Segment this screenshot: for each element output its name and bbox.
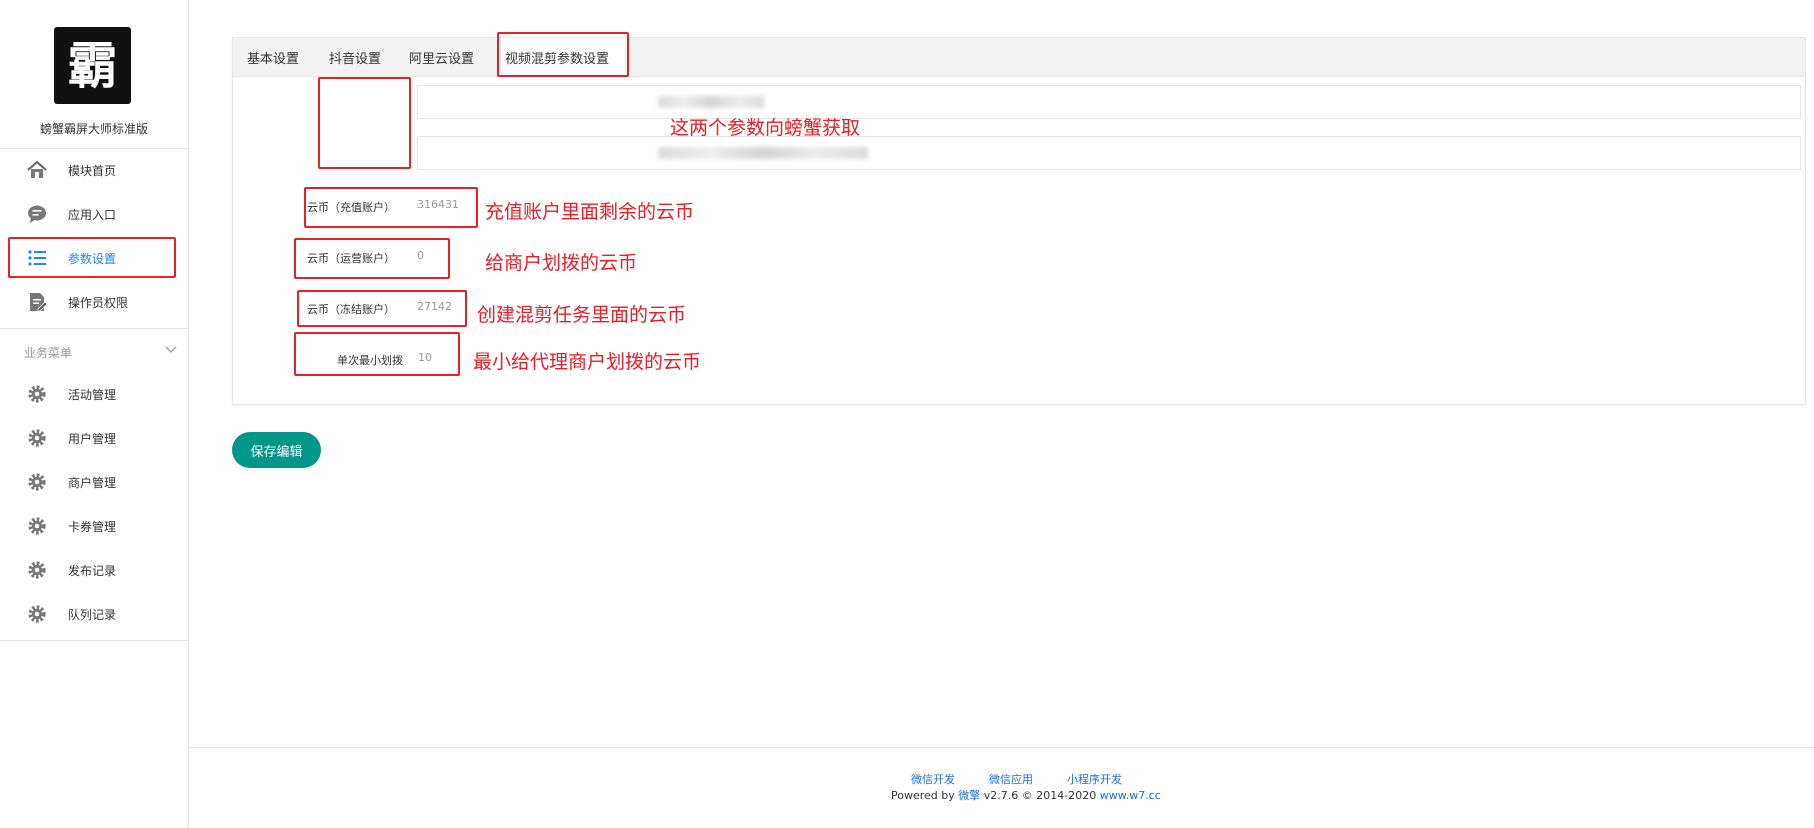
sidebar-divider xyxy=(0,328,188,329)
sidebar-item-coupon-mgmt[interactable]: 卡券管理 xyxy=(0,504,188,548)
sidebar: 霸 螃蟹霸屏大师标准版 模块首页 应用入口 参数设置 操作员权限 业务菜单 活动… xyxy=(0,0,189,828)
operate-coins-value: 0 xyxy=(417,249,424,262)
gear-icon xyxy=(28,473,46,491)
sidebar-item-queue-records[interactable]: 队列记录 xyxy=(0,592,188,636)
min-transfer-value: 10 xyxy=(418,351,432,364)
annotation-params: 这两个参数向螃蟹获取 xyxy=(670,117,861,139)
sidebar-item-label: 操作员权限 xyxy=(68,295,129,310)
settings-panel: 基本设置 抖音设置 阿里云设置 视频混剪参数设置 client_key clie… xyxy=(232,37,1806,405)
edit-doc-icon xyxy=(30,293,48,312)
sidebar-item-app-entry[interactable]: 应用入口 xyxy=(0,192,188,236)
powered-by-text: Powered by xyxy=(891,789,955,802)
sidebar-item-label: 发布记录 xyxy=(68,563,117,578)
footer-divider xyxy=(189,747,1814,748)
footer-link-wechat-dev[interactable]: 微信开发 xyxy=(911,771,955,787)
operate-coins-label: 云币（运营账户） xyxy=(307,252,395,265)
sidebar-item-label: 活动管理 xyxy=(68,387,117,402)
tab-video-mix-settings[interactable]: 视频混剪参数设置 xyxy=(501,38,625,77)
frozen-coins-value: 27142 xyxy=(417,300,452,313)
masked-value xyxy=(658,147,868,159)
gear-icon xyxy=(28,517,46,535)
tab-bar: 基本设置 抖音设置 阿里云设置 视频混剪参数设置 xyxy=(233,38,1805,77)
annotation-frozen: 创建混剪任务里面的云币 xyxy=(477,304,687,326)
frozen-coins-label: 云币（冻结账户） xyxy=(307,303,395,316)
client-key-input[interactable] xyxy=(417,85,1801,119)
gear-icon xyxy=(28,561,46,579)
sidebar-item-activity-mgmt[interactable]: 活动管理 xyxy=(0,372,188,416)
annotation-operate: 给商户划拨的云币 xyxy=(485,252,638,274)
recharge-coins-value: 316431 xyxy=(417,198,459,211)
list-icon xyxy=(28,250,46,266)
footer-version: v2.7.6 © 2014-2020 xyxy=(983,789,1097,802)
tab-aliyun-settings[interactable]: 阿里云设置 xyxy=(409,38,474,76)
annotation-min: 最小给代理商户划拨的云币 xyxy=(473,351,702,373)
tab-basic-settings[interactable]: 基本设置 xyxy=(247,38,299,76)
sidebar-item-label: 用户管理 xyxy=(68,431,117,446)
chat-icon xyxy=(28,205,46,223)
app-name: 螃蟹霸屏大师标准版 xyxy=(39,122,148,136)
sidebar-item-label: 模块首页 xyxy=(68,163,117,178)
footer-powered-by: Powered by 微擎 v2.7.6 © 2014-2020 www.w7.… xyxy=(891,787,1161,803)
sidebar-item-label: 商户管理 xyxy=(68,475,117,490)
sidebar-item-merchant-mgmt[interactable]: 商户管理 xyxy=(0,460,188,504)
footer-link-wechat-apps[interactable]: 微信应用 xyxy=(989,771,1033,787)
sidebar-divider xyxy=(0,640,188,641)
gear-icon xyxy=(28,605,46,623)
recharge-coins-label: 云币（充值账户） xyxy=(307,201,395,214)
footer-brand-link[interactable]: 微擎 xyxy=(958,789,980,802)
footer-site-link[interactable]: www.w7.cc xyxy=(1100,789,1161,802)
sidebar-item-publish-records[interactable]: 发布记录 xyxy=(0,548,188,592)
home-icon xyxy=(27,160,47,178)
sidebar-item-label: 参数设置 xyxy=(68,251,117,266)
sidebar-item-param-settings[interactable]: 参数设置 xyxy=(0,236,188,280)
min-transfer-label: 单次最小划拨 xyxy=(337,354,403,367)
gear-icon xyxy=(28,385,46,403)
sidebar-item-label: 队列记录 xyxy=(68,607,117,622)
sidebar-item-label: 应用入口 xyxy=(68,207,117,222)
save-edit-button[interactable]: 保存编辑 xyxy=(232,432,321,468)
sidebar-section-title: 业务菜单 xyxy=(24,346,73,360)
sidebar-item-operator-permissions[interactable]: 操作员权限 xyxy=(0,280,188,324)
sidebar-item-user-mgmt[interactable]: 用户管理 xyxy=(0,416,188,460)
client-secret-input[interactable] xyxy=(417,136,1801,170)
annotation-recharge: 充值账户里面剩余的云币 xyxy=(485,201,695,223)
gear-icon xyxy=(28,429,46,447)
chevron-down-icon[interactable] xyxy=(164,342,178,356)
footer-link-miniprogram-dev[interactable]: 小程序开发 xyxy=(1067,771,1122,787)
app-logo[interactable]: 霸 xyxy=(54,27,131,104)
logo-glyph: 霸 xyxy=(67,35,118,95)
masked-value xyxy=(658,96,764,108)
tab-douyin-settings[interactable]: 抖音设置 xyxy=(329,38,381,76)
sidebar-item-label: 卡券管理 xyxy=(68,519,117,534)
sidebar-item-module-home[interactable]: 模块首页 xyxy=(0,148,188,192)
